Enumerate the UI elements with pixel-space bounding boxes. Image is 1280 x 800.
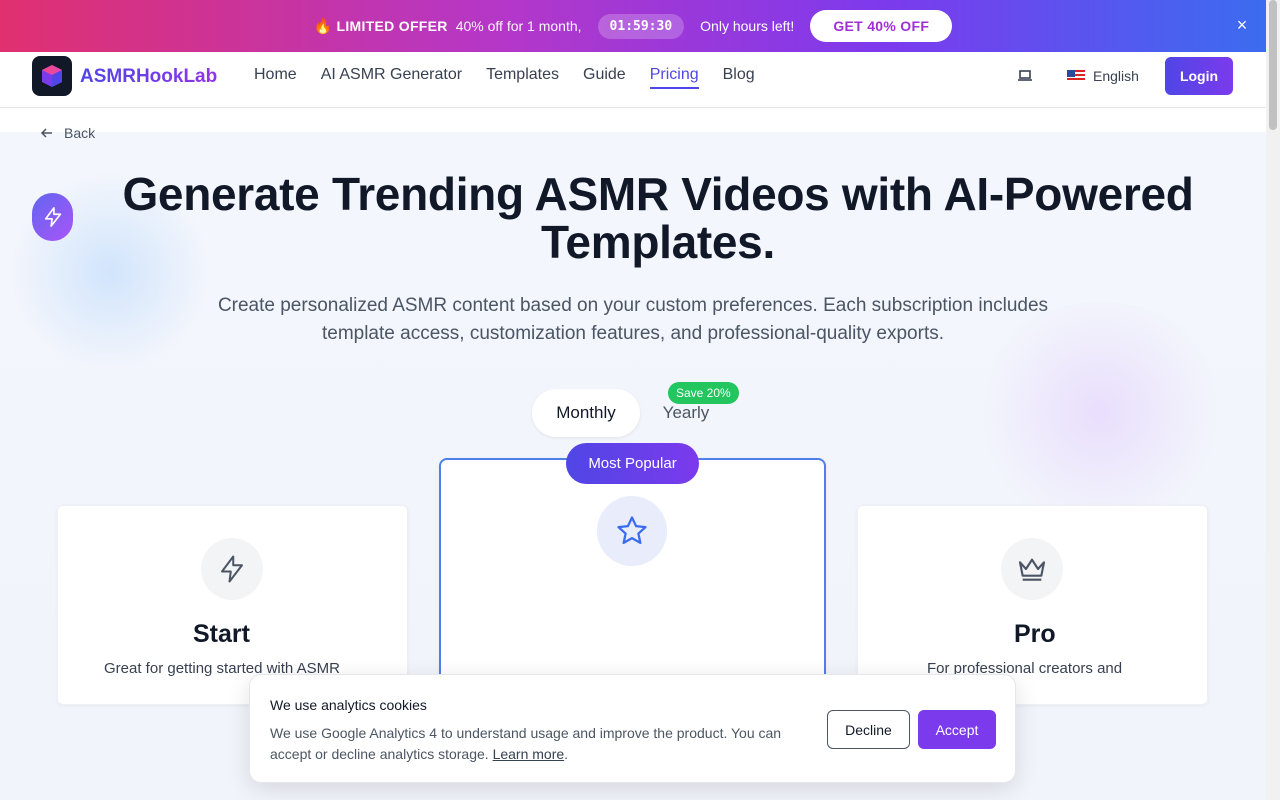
language-label: English <box>1093 68 1139 84</box>
main-nav: Home AI ASMR Generator Templates Guide P… <box>254 66 755 89</box>
promo-cta-button[interactable]: GET 40% OFF <box>810 10 953 42</box>
fire-icon: 🔥 <box>313 18 333 35</box>
nav-home[interactable]: Home <box>254 66 297 89</box>
most-popular-badge: Most Popular <box>566 443 699 484</box>
plan-popular-icon-wrap <box>597 496 667 566</box>
page-subtitle: Create personalized ASMR content based o… <box>217 295 1049 344</box>
crown-icon <box>1018 558 1046 581</box>
promo-offer-label: LIMITED OFFER <box>336 18 448 34</box>
brand-name[interactable]: ASMRHookLab <box>80 66 217 88</box>
promo-banner: 🔥 LIMITED OFFER 40% off for 1 month, 01:… <box>0 0 1266 52</box>
billing-monthly-toggle[interactable]: Monthly <box>532 389 640 437</box>
decline-button[interactable]: Decline <box>827 710 910 749</box>
plan-pro-icon-wrap <box>1001 538 1063 600</box>
laptop-icon[interactable] <box>1016 67 1034 85</box>
page-scrollbar[interactable] <box>1266 0 1280 800</box>
plan-card-popular <box>439 458 826 698</box>
cookie-banner: We use analytics cookies We use Google A… <box>249 674 1016 783</box>
promo-hours-left: Only hours left! <box>700 18 795 34</box>
close-icon[interactable]: × <box>1232 15 1252 35</box>
scrollbar-thumb[interactable] <box>1269 0 1277 130</box>
promo-offer-detail: 40% off for 1 month, <box>455 18 582 34</box>
back-label: Back <box>64 125 96 141</box>
quick-action-button[interactable] <box>32 193 73 241</box>
cube-logo-icon <box>42 65 62 87</box>
bolt-icon <box>44 207 61 227</box>
nav-ai-asmr-generator[interactable]: AI ASMR Generator <box>321 66 462 89</box>
us-flag-icon <box>1067 70 1085 82</box>
star-icon <box>617 516 647 545</box>
bolt-icon <box>221 555 243 583</box>
plan-start-icon-wrap <box>201 538 263 600</box>
accept-button[interactable]: Accept <box>918 710 996 749</box>
header-spacer <box>0 108 1266 132</box>
plan-start-name: Start <box>193 620 250 648</box>
nav-pricing[interactable]: Pricing <box>649 66 699 89</box>
countdown-timer: 01:59:30 <box>597 13 685 39</box>
login-button[interactable]: Login <box>1165 57 1233 95</box>
logo[interactable] <box>32 56 72 96</box>
language-selector[interactable]: English <box>1067 68 1139 84</box>
page-title: Generate Trending ASMR Videos with AI-Po… <box>122 168 1194 268</box>
site-header: ASMRHookLab Home AI ASMR Generator Templ… <box>0 52 1266 108</box>
nav-blog[interactable]: Blog <box>723 66 755 89</box>
save-badge: Save 20% <box>668 382 739 404</box>
plan-pro-name: Pro <box>1014 620 1056 648</box>
cookie-title: We use analytics cookies <box>270 697 427 713</box>
nav-templates[interactable]: Templates <box>486 66 559 89</box>
arrow-left-icon <box>40 128 52 138</box>
cookie-body: We use Google Analytics 4 to understand … <box>270 725 782 762</box>
nav-guide[interactable]: Guide <box>583 66 626 89</box>
learn-more-link[interactable]: Learn more <box>493 746 565 762</box>
back-link[interactable]: Back <box>40 125 95 141</box>
